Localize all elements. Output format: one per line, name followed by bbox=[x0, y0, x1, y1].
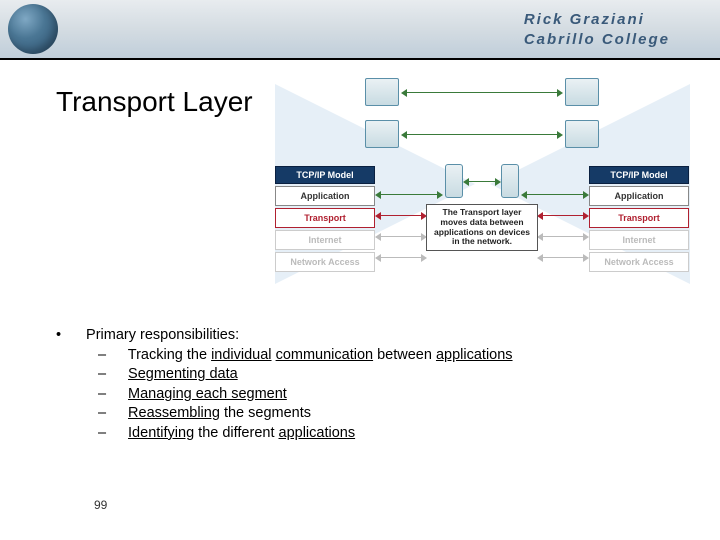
layer-application-left: Application bbox=[275, 186, 375, 206]
arrow-devices-1 bbox=[407, 92, 557, 93]
device-mobile-left-icon bbox=[445, 164, 463, 198]
slide-title: Transport Layer bbox=[56, 86, 253, 118]
transport-diagram: TCP/IP Model Application Transport Inter… bbox=[275, 74, 690, 304]
resp-tracking: Tracking the individual communication be… bbox=[98, 346, 656, 366]
resp-managing: Managing each segment bbox=[98, 385, 656, 405]
arrow-transport-right bbox=[543, 215, 583, 216]
device-phone-top-right-icon bbox=[565, 78, 599, 106]
device-phone-top-left-icon bbox=[365, 78, 399, 106]
institution-name: Cabrillo College bbox=[524, 30, 670, 50]
layer-network-access-right: Network Access bbox=[589, 252, 689, 272]
device-mobile-right-icon bbox=[501, 164, 519, 198]
earth-icon bbox=[8, 4, 58, 54]
resp-reassembling: Reassembling the segments bbox=[98, 404, 656, 424]
device-pc-mid-left-icon bbox=[365, 120, 399, 148]
layer-application-right: Application bbox=[589, 186, 689, 206]
device-pc-mid-right-icon bbox=[565, 120, 599, 148]
author-name: Rick Graziani bbox=[524, 10, 670, 30]
arrow-app-left bbox=[381, 194, 437, 195]
layer-transport-right: Transport bbox=[589, 208, 689, 228]
diagram-caption: The Transport layer moves data between a… bbox=[426, 204, 538, 251]
tcpip-stack-right: TCP/IP Model Application Transport Inter… bbox=[589, 166, 689, 272]
intro-text: Primary responsibilities: bbox=[86, 327, 239, 343]
arrow-transport-left bbox=[381, 215, 421, 216]
arrow-devices-3 bbox=[469, 181, 495, 182]
stack-header-left: TCP/IP Model bbox=[275, 166, 375, 184]
content-block: Primary responsibilities: Tracking the i… bbox=[56, 326, 656, 443]
stack-header-right: TCP/IP Model bbox=[589, 166, 689, 184]
resp-segmenting: Segmenting data bbox=[98, 365, 656, 385]
header-banner: Rick Graziani Cabrillo College bbox=[0, 0, 720, 60]
tcpip-stack-left: TCP/IP Model Application Transport Inter… bbox=[275, 166, 375, 272]
layer-network-access-left: Network Access bbox=[275, 252, 375, 272]
arrow-internet-left bbox=[381, 236, 421, 237]
slide-number: 99 bbox=[94, 498, 107, 512]
arrow-devices-2 bbox=[407, 134, 557, 135]
layer-transport-left: Transport bbox=[275, 208, 375, 228]
arrow-netaccess-left bbox=[381, 257, 421, 258]
layer-internet-left: Internet bbox=[275, 230, 375, 250]
bullet-primary: Primary responsibilities: Tracking the i… bbox=[56, 326, 656, 443]
arrow-netaccess-right bbox=[543, 257, 583, 258]
arrow-internet-right bbox=[543, 236, 583, 237]
resp-identifying: Identifying the different applications bbox=[98, 424, 656, 444]
sub-bullet-list: Tracking the individual communication be… bbox=[98, 346, 656, 444]
arrow-app-right bbox=[527, 194, 583, 195]
layer-internet-right: Internet bbox=[589, 230, 689, 250]
header-credits: Rick Graziani Cabrillo College bbox=[524, 10, 670, 49]
